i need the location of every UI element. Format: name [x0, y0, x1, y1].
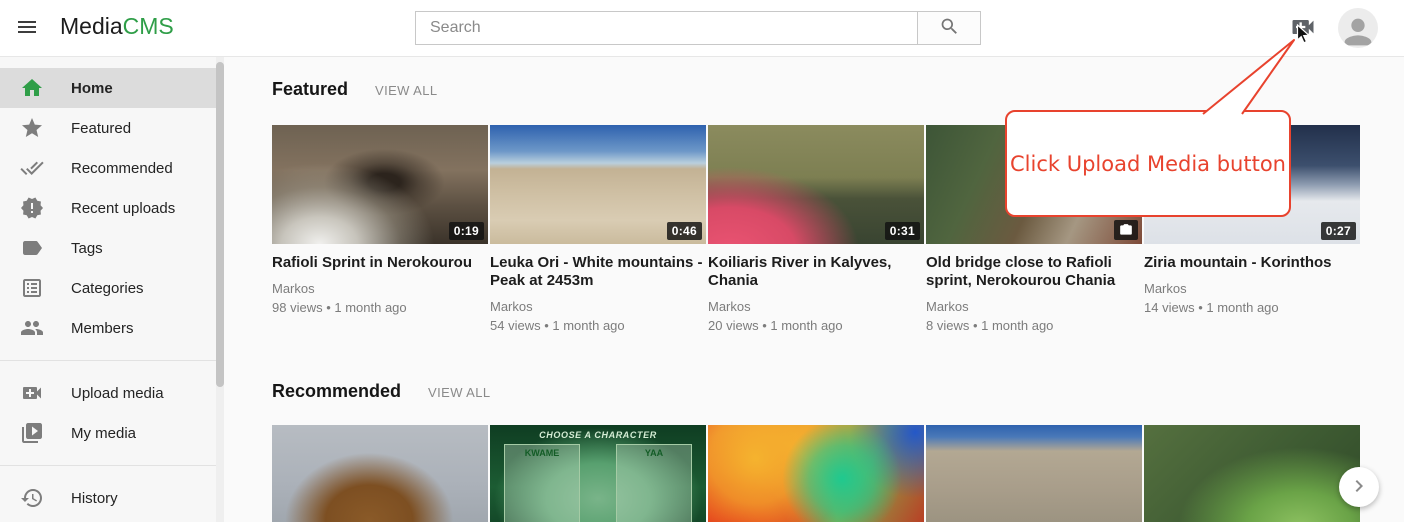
sidebar-item-label: Recent uploads	[71, 200, 175, 217]
section-title-recommended: Recommended	[272, 381, 401, 402]
user-avatar[interactable]	[1338, 8, 1378, 48]
desert-mountains-thumbnail[interactable]: 0:46	[490, 125, 706, 244]
media-card	[1144, 425, 1360, 522]
video-library-icon	[20, 421, 44, 445]
video-author[interactable]: Markos	[272, 281, 488, 297]
video-title[interactable]: Old bridge close to Rafioli sprint, Nero…	[926, 254, 1142, 290]
recommended-view-all-link[interactable]: VIEW ALL	[428, 385, 490, 400]
green-leaves-thumbnail[interactable]	[1144, 425, 1360, 522]
sidebar-item-label: Featured	[71, 120, 131, 137]
video-title[interactable]: Leuka Ori - White mountains - Peak at 24…	[490, 254, 706, 290]
video-author[interactable]: Markos	[926, 299, 1142, 315]
sidebar-item-label: My media	[71, 425, 136, 442]
mediacms-app: MediaCMS Home Feature	[0, 0, 1404, 522]
sidebar-item-featured[interactable]: Featured	[0, 108, 224, 148]
duration-badge: 0:31	[885, 222, 920, 240]
sidebar: Home Featured Recommended Recent uploads…	[0, 57, 224, 522]
sidebar-item-label: Home	[71, 80, 113, 97]
media-card	[708, 425, 924, 522]
logo-media-text: Media	[60, 13, 123, 39]
search-bar	[415, 11, 981, 45]
callout-pointer-tail	[1150, 15, 1320, 120]
sidebar-item-tags[interactable]: Tags	[0, 228, 224, 268]
video-title[interactable]: Koiliaris River in Kalyves, Chania	[708, 254, 924, 290]
choose-a-character-game-thumbnail[interactable]: CHOOSE A CHARACTER KWAME YAA Selected Se…	[490, 425, 706, 522]
sidebar-item-label: Recommended	[71, 160, 173, 177]
sidebar-scrollbar-track	[216, 57, 224, 522]
hamburger-menu-button[interactable]	[13, 15, 41, 41]
sidebar-scrollbar-thumb[interactable]	[216, 62, 224, 387]
home-icon	[20, 76, 44, 100]
media-card: CHOOSE A CHARACTER KWAME YAA Selected Se…	[490, 425, 706, 522]
sidebar-item-recent-uploads[interactable]: Recent uploads	[0, 188, 224, 228]
media-card: 0:31 Koiliaris River in Kalyves, Chania …	[708, 125, 924, 334]
featured-view-all-link[interactable]: VIEW ALL	[375, 83, 437, 98]
game-character-box: KWAME	[504, 444, 580, 522]
hamburger-menu-icon	[15, 27, 39, 42]
media-card: 0:19 Rafioli Sprint in Nerokourou Markos…	[272, 125, 488, 334]
search-button[interactable]	[917, 11, 981, 45]
sidebar-divider	[0, 360, 224, 361]
tag-icon	[20, 236, 44, 260]
section-title-featured: Featured	[272, 79, 348, 100]
video-meta: 98 views • 1 month ago	[272, 300, 488, 316]
sidebar-item-members[interactable]: Members	[0, 308, 224, 348]
sidebar-item-upload-media[interactable]: Upload media	[0, 373, 224, 413]
members-icon	[20, 316, 44, 340]
video-meta: 8 views • 1 month ago	[926, 318, 1142, 334]
sidebar-item-categories[interactable]: Categories	[0, 268, 224, 308]
game-character-name: KWAME	[505, 448, 579, 458]
game-heading-text: CHOOSE A CHARACTER	[490, 430, 706, 440]
sidebar-item-label: Upload media	[71, 385, 164, 402]
video-title[interactable]: Rafioli Sprint in Nerokourou	[272, 254, 488, 272]
game-character-name: YAA	[617, 448, 691, 458]
upload-media-icon	[20, 381, 44, 405]
video-author[interactable]: Markos	[708, 299, 924, 315]
duration-badge: 0:19	[449, 222, 484, 240]
halloween-pumpkin-craft-thumbnail[interactable]	[272, 425, 488, 522]
click-upload-media-callout: Click Upload Media button	[1005, 110, 1291, 217]
video-meta: 54 views • 1 month ago	[490, 318, 706, 334]
video-author[interactable]: Markos	[490, 299, 706, 315]
history-icon	[20, 486, 44, 510]
callout-text: Click Upload Media button	[1010, 152, 1286, 176]
sidebar-item-history[interactable]: History	[0, 478, 224, 518]
media-card	[926, 425, 1142, 522]
mouse-cursor-icon	[1296, 24, 1312, 45]
duration-badge: 0:46	[667, 222, 702, 240]
double-check-icon	[20, 156, 44, 180]
waterfall-fountain-thumbnail[interactable]: 0:19	[272, 125, 488, 244]
new-releases-icon	[20, 196, 44, 220]
abstract-colors-thumbnail[interactable]	[708, 425, 924, 522]
video-meta: 14 views • 1 month ago	[1144, 300, 1360, 316]
recommended-section: Recommended VIEW ALL CHOOSE A CHARACTER …	[272, 381, 1404, 522]
sidebar-item-my-media[interactable]: My media	[0, 413, 224, 453]
game-character-box: YAA	[616, 444, 692, 522]
search-input[interactable]	[415, 11, 917, 45]
person-icon	[1338, 39, 1378, 48]
sidebar-item-label: History	[71, 490, 118, 507]
duration-badge: 0:27	[1321, 222, 1356, 240]
kayak-river-thumbnail[interactable]: 0:31	[708, 125, 924, 244]
sidebar-item-label: Categories	[71, 280, 144, 297]
sidebar-item-home[interactable]: Home	[0, 68, 224, 108]
categories-icon	[20, 276, 44, 300]
sidebar-item-label: Members	[71, 320, 134, 337]
star-icon	[20, 116, 44, 140]
rocky-mountain-thumbnail[interactable]	[926, 425, 1142, 522]
video-title[interactable]: Ziria mountain - Korinthos	[1144, 254, 1360, 272]
video-meta: 20 views • 1 month ago	[708, 318, 924, 334]
video-author[interactable]: Markos	[1144, 281, 1360, 297]
sidebar-divider	[0, 465, 224, 466]
sidebar-item-label: Tags	[71, 240, 103, 257]
sidebar-item-recommended[interactable]: Recommended	[0, 148, 224, 188]
media-card: 0:46 Leuka Ori - White mountains - Peak …	[490, 125, 706, 334]
carousel-next-button[interactable]	[1339, 467, 1379, 507]
logo-cms-text: CMS	[123, 13, 174, 39]
camera-icon	[1114, 220, 1138, 240]
search-icon	[939, 16, 960, 40]
chevron-right-icon	[1347, 474, 1371, 501]
mediacms-logo[interactable]: MediaCMS	[60, 13, 174, 40]
media-card	[272, 425, 488, 522]
